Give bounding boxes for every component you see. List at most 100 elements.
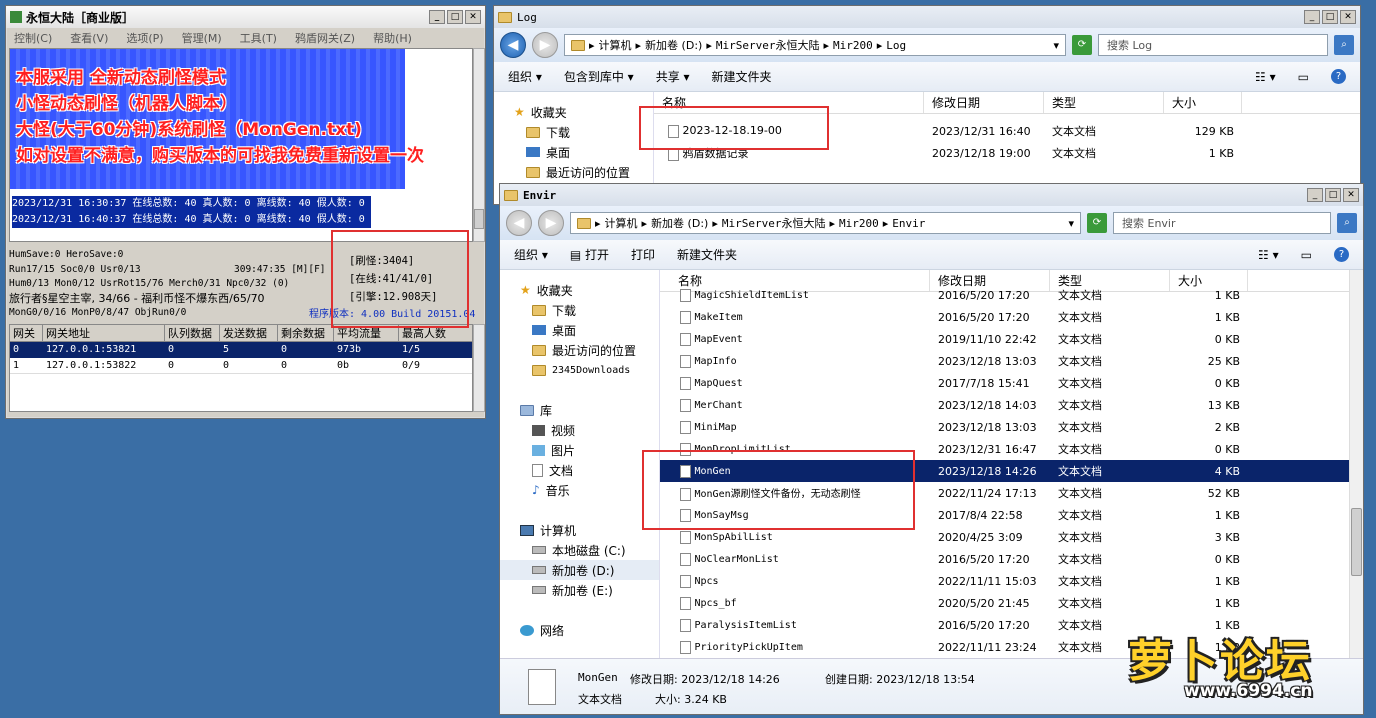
grid-scrollbar[interactable] — [473, 324, 485, 412]
text-file-icon — [680, 596, 691, 610]
list-item[interactable]: NoClearMonList 2016/5/20 17:20 文本文档 0 KB — [660, 548, 1349, 570]
list-item[interactable]: MapInfo 2023/12/18 13:03 文本文档 25 KB — [660, 350, 1349, 372]
drive-icon — [532, 546, 546, 554]
list-item[interactable]: MapQuest 2017/7/18 15:41 文本文档 0 KB — [660, 372, 1349, 394]
forward-arrow-icon[interactable]: ▶ — [532, 32, 558, 58]
menu-view[interactable]: 查看(V) — [70, 30, 108, 45]
minimize-icon[interactable]: _ — [429, 10, 445, 24]
help-icon[interactable]: ? — [1331, 69, 1346, 84]
text-file-icon — [680, 310, 691, 324]
scroll-thumb[interactable] — [474, 209, 484, 229]
nav-desktop[interactable]: 桌面 — [514, 142, 653, 162]
preview-pane-icon[interactable]: ▭ — [1301, 248, 1312, 262]
share-button[interactable]: 共享 ▾ — [656, 68, 690, 85]
include-library-button[interactable]: 包含到库中 ▾ — [564, 68, 634, 85]
envir-path[interactable]: ▸ 计算机 ▸ 新加卷 (D:) ▸ MirServer永恒大陆 ▸ Mir200 ▸ E… — [570, 212, 1081, 234]
nav-videos[interactable]: 视频 — [500, 420, 659, 440]
close-icon[interactable]: ✕ — [1340, 10, 1356, 24]
nav-recent[interactable]: 最近访问的位置 — [514, 162, 653, 182]
menu-manage[interactable]: 管理(M) — [182, 30, 222, 45]
nav-downloads[interactable]: 下载 — [500, 300, 659, 320]
refresh-icon[interactable]: ⟳ — [1087, 213, 1107, 233]
envir-scrollbar[interactable] — [1349, 270, 1363, 658]
open-button[interactable]: ▤ 打开 — [570, 246, 609, 263]
organize-button[interactable]: 组织 ▾ — [508, 68, 542, 85]
maximize-icon[interactable]: □ — [447, 10, 463, 24]
details-size: 大小: 3.24 KB — [655, 693, 727, 706]
new-folder-button[interactable]: 新建文件夹 — [677, 246, 737, 263]
details-modified: 修改日期: 2023/12/18 14:26 — [630, 673, 780, 686]
view-options-icon[interactable]: ☷ ▾ — [1255, 70, 1276, 84]
nav-downloads[interactable]: 下载 — [514, 122, 653, 142]
nav-pictures[interactable]: 图片 — [500, 440, 659, 460]
menu-tools[interactable]: 工具(T) — [240, 30, 277, 45]
nav-2345downloads[interactable]: 2345Downloads — [500, 360, 659, 380]
music-icon: ♪ — [532, 483, 540, 497]
back-arrow-icon[interactable]: ◀ — [506, 210, 532, 236]
desktop-icon — [526, 147, 540, 157]
menu-options[interactable]: 选项(P) — [126, 30, 163, 45]
scroll-thumb[interactable] — [1351, 508, 1362, 576]
nav-drive-c[interactable]: 本地磁盘 (C:) — [500, 540, 659, 560]
list-item[interactable]: MapEvent 2019/11/10 22:42 文本文档 0 KB — [660, 328, 1349, 350]
details-type: 文本文档 — [578, 693, 622, 706]
search-icon[interactable]: ⌕ — [1334, 35, 1354, 55]
nav-libraries[interactable]: 库 — [500, 400, 659, 420]
maximize-icon[interactable]: □ — [1325, 188, 1341, 202]
envir-search-input[interactable]: 搜索 Envir — [1113, 212, 1331, 234]
nav-computer[interactable]: 计算机 — [500, 520, 659, 540]
col-type[interactable]: 类型 — [1044, 92, 1164, 113]
table-row[interactable]: 1 127.0.0.1:53822 0 0 0 0b 0/9 — [10, 358, 472, 374]
close-icon[interactable]: ✕ — [1343, 188, 1359, 202]
log-search-input[interactable]: 搜索 Log — [1098, 34, 1328, 56]
view-options-icon[interactable]: ☷ ▾ — [1258, 248, 1279, 262]
menu-control[interactable]: 控制(C) — [14, 30, 52, 45]
nav-favorites[interactable]: ★ 收藏夹 — [500, 280, 659, 300]
back-arrow-icon[interactable]: ◀ — [500, 32, 526, 58]
nav-documents[interactable]: 文档 — [500, 460, 659, 480]
list-item[interactable]: MiniMap 2023/12/18 13:03 文本文档 2 KB — [660, 416, 1349, 438]
nav-favorites[interactable]: ★ 收藏夹 — [514, 102, 653, 122]
search-icon[interactable]: ⌕ — [1337, 213, 1357, 233]
chevron-down-icon[interactable]: ▾ — [1068, 217, 1074, 230]
log-path[interactable]: ▸ 计算机 ▸ 新加卷 (D:) ▸ MirServer永恒大陆 ▸ Mir200 ▸ L… — [564, 34, 1066, 56]
chevron-down-icon[interactable]: ▾ — [1053, 39, 1059, 52]
text-file-icon — [680, 552, 691, 566]
nav-drive-e[interactable]: 新加卷 (E:) — [500, 580, 659, 600]
new-folder-button[interactable]: 新建文件夹 — [712, 68, 772, 85]
text-file-icon — [680, 332, 691, 346]
preview-pane-icon[interactable]: ▭ — [1298, 70, 1309, 84]
envir-titlebar[interactable]: Envir _ □ ✕ — [500, 184, 1363, 206]
list-item[interactable]: MerChant 2023/12/18 14:03 文本文档 13 KB — [660, 394, 1349, 416]
time-readout: 309:47:35 [M][F] — [234, 263, 326, 275]
list-item[interactable]: MakeItem 2016/5/20 17:20 文本文档 1 KB — [660, 306, 1349, 328]
col-modified[interactable]: 修改日期 — [924, 92, 1044, 113]
nav-recent[interactable]: 最近访问的位置 — [500, 340, 659, 360]
help-icon[interactable]: ? — [1334, 247, 1349, 262]
col-size[interactable]: 大小 — [1164, 92, 1242, 113]
close-icon[interactable]: ✕ — [465, 10, 481, 24]
refresh-icon[interactable]: ⟳ — [1072, 35, 1092, 55]
text-file-icon — [528, 669, 556, 705]
highlight-box — [331, 230, 469, 328]
maximize-icon[interactable]: □ — [1322, 10, 1338, 24]
menu-help[interactable]: 帮助(H) — [373, 30, 412, 45]
table-row[interactable]: 0 127.0.0.1:53821 0 5 0 973b 1/5 — [10, 342, 472, 358]
minimize-icon[interactable]: _ — [1304, 10, 1320, 24]
print-button[interactable]: 打印 — [631, 246, 655, 263]
nav-music[interactable]: ♪ 音乐 — [500, 480, 659, 500]
menu-gateway[interactable]: 鸦盾网关(Z) — [295, 30, 355, 45]
list-item[interactable]: Npcs_bf 2020/5/20 21:45 文本文档 1 KB — [660, 592, 1349, 614]
folder-icon — [571, 39, 585, 51]
minimize-icon[interactable]: _ — [1307, 188, 1323, 202]
folder-icon — [532, 364, 546, 376]
list-item[interactable]: Npcs 2022/11/11 15:03 文本文档 1 KB — [660, 570, 1349, 592]
nav-desktop[interactable]: 桌面 — [500, 320, 659, 340]
log-titlebar[interactable]: Log _ □ ✕ — [494, 6, 1360, 28]
server-titlebar[interactable]: 永恒大陆［商业版］ _ □ ✕ — [6, 6, 485, 28]
forward-arrow-icon[interactable]: ▶ — [538, 210, 564, 236]
log-scrollbar[interactable] — [473, 48, 485, 242]
nav-drive-d[interactable]: 新加卷 (D:) — [500, 560, 659, 580]
nav-network[interactable]: 网络 — [500, 620, 659, 640]
organize-button[interactable]: 组织 ▾ — [514, 246, 548, 263]
